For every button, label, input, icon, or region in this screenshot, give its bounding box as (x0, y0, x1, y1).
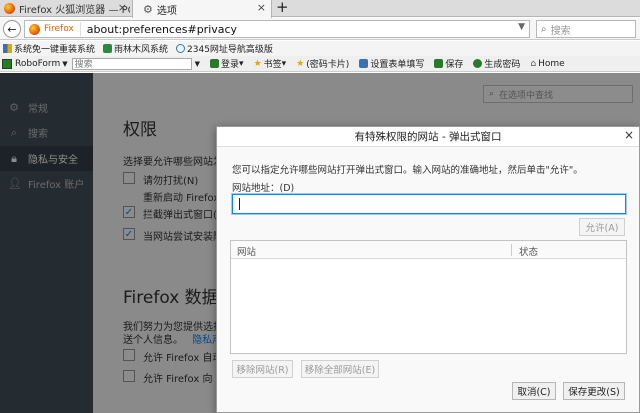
bookmark-item[interactable]: 2345网址导航高级版 (176, 42, 273, 55)
search-input[interactable]: ⌕ 搜索 (536, 20, 636, 38)
close-icon[interactable]: × (624, 128, 634, 142)
tab-strip: Firefox 火狐浏览器 — PC/Android × ⚙ 选项 × + (0, 0, 640, 18)
chevron-down-icon[interactable]: ▼ (62, 60, 67, 68)
firefox-logo-icon (4, 3, 15, 14)
bookmark-label: 2345网址导航高级版 (187, 45, 273, 55)
roboform-search-placeholder: 搜索 (74, 60, 93, 70)
cancel-button[interactable]: 取消(C) (512, 382, 556, 400)
roboform-save[interactable]: 保存 (434, 57, 463, 70)
new-tab-button[interactable]: + (276, 0, 289, 16)
identity-box[interactable]: Firefox (29, 22, 81, 36)
rf-label: 保存 (445, 60, 464, 70)
search-icon: ⌕ (541, 23, 547, 35)
star-icon: ★ (253, 58, 262, 69)
nav-bar: ← Firefox about:preferences#privacy ▼ ⌕ … (0, 18, 640, 40)
bookmark-item[interactable]: 系统免一键重装系统 (3, 42, 95, 55)
star-icon: ★ (296, 58, 305, 69)
gear-icon: ⚙ (143, 2, 153, 16)
chevron-down-icon[interactable]: ▼ (195, 60, 200, 68)
rf-label: 书签 (263, 60, 282, 70)
bookmark-label: 雨林木风系统 (114, 45, 169, 55)
rf-label: (密码卡片) (306, 60, 350, 70)
roboform-login[interactable]: 登录 ▾ (210, 57, 244, 70)
home-icon: ⌂ (530, 58, 537, 69)
tab-firefox-home[interactable]: Firefox 火狐浏览器 — PC/Android × (0, 0, 130, 17)
identity-label: Firefox (44, 24, 74, 34)
roboform-generate[interactable]: 生成密码 (473, 57, 520, 70)
popup-exceptions-dialog: 有特殊权限的网站 - 弹出式窗口 × 您可以指定允许哪些网站打开弹出式窗口。输入… (216, 126, 640, 413)
bookmarks-bar: 系统免一键重装系统 雨林木风系统 2345网址导航高级版 (0, 41, 640, 56)
search-placeholder: 搜索 (550, 25, 571, 37)
back-arrow-icon: ← (7, 22, 17, 36)
bookmark-item[interactable]: 雨林木风系统 (103, 42, 168, 55)
text-caret (239, 198, 240, 210)
tree-icon (103, 44, 113, 53)
address-label: 网站地址：(D) (232, 183, 295, 194)
roboform-toolbar: RoboForm ▼ 搜索 ▼ 登录 ▾ ★ 书签 ▾ ★ (密码卡片) 设置表单填… (0, 56, 640, 72)
sites-table[interactable]: 网站 状态 (230, 240, 627, 354)
roboform-logo-icon (2, 58, 12, 69)
website-address-input[interactable] (232, 194, 626, 214)
tab-title: 选项 (156, 5, 177, 17)
remove-site-button[interactable]: 移除网站(R) (232, 360, 293, 378)
roboform-menu[interactable]: RoboForm (15, 59, 60, 69)
url-text: about:preferences#privacy (86, 22, 238, 36)
column-header-site[interactable]: 网站 (237, 244, 256, 258)
tab-options[interactable]: ⚙ 选项 × (132, 0, 272, 18)
close-tab-icon[interactable]: × (118, 1, 127, 14)
firefox-logo-icon (29, 23, 40, 35)
roboform-bookmarks[interactable]: ★ 书签 ▾ (253, 57, 287, 71)
form-icon (359, 59, 369, 68)
rf-label: 登录 (221, 60, 240, 70)
save-changes-button[interactable]: 保存更改(S) (563, 382, 625, 400)
rf-label: Home (538, 58, 565, 69)
url-bar[interactable]: Firefox about:preferences#privacy ▼ (24, 20, 530, 38)
bookmark-label: 系统免一键重装系统 (14, 45, 96, 55)
remove-all-sites-button[interactable]: 移除全部网站(E) (301, 360, 379, 378)
close-tab-icon[interactable]: × (257, 1, 266, 14)
roboform-form-fill[interactable]: 设置表单填写 (359, 57, 424, 70)
tab-title: Firefox 火狐浏览器 — PC/Android (19, 5, 130, 16)
windows-icon (3, 44, 12, 53)
roboform-search-input[interactable]: 搜索 (71, 57, 192, 70)
dialog-description: 您可以指定允许哪些网站打开弹出式窗口。输入网站的准确地址，然后单击"允许"。 (232, 165, 583, 176)
table-header: 网站 状态 (231, 241, 626, 259)
allow-button[interactable]: 允许(A) (579, 218, 625, 236)
login-icon (210, 59, 220, 68)
roboform-home[interactable]: ⌂ Home (530, 59, 564, 69)
back-button[interactable]: ← (3, 20, 21, 38)
column-divider (511, 244, 512, 256)
rf-label: 生成密码 (484, 60, 521, 70)
roboform-passcards[interactable]: ★ (密码卡片) (296, 57, 350, 71)
dialog-title: 有特殊权限的网站 - 弹出式窗口 (217, 127, 639, 147)
save-icon (434, 59, 444, 68)
column-header-status[interactable]: 状态 (519, 244, 538, 258)
globe-icon (176, 44, 186, 53)
rf-label: 设置表单填写 (370, 60, 425, 70)
key-icon (473, 59, 483, 68)
chevron-down-icon[interactable]: ▼ (518, 22, 525, 32)
